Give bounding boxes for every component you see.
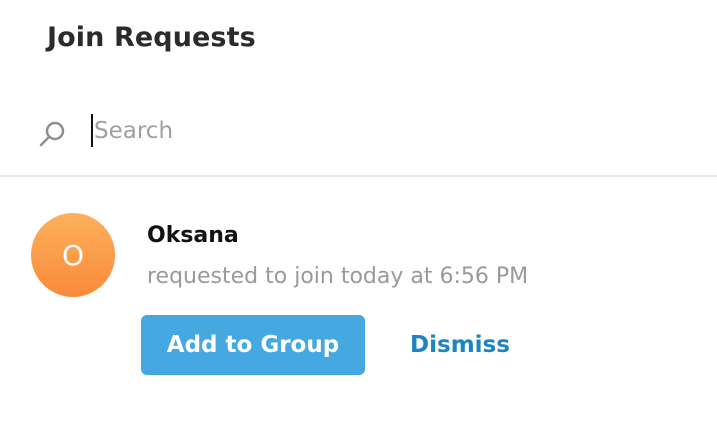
avatar[interactable]: O <box>31 213 115 297</box>
search-bar <box>0 108 717 156</box>
requester-name[interactable]: Oksana <box>147 223 239 248</box>
add-to-group-button[interactable]: Add to Group <box>141 315 365 375</box>
page-title: Join Requests <box>47 22 256 53</box>
text-caret <box>91 114 93 147</box>
dismiss-button[interactable]: Dismiss <box>392 315 528 375</box>
request-status: requested to join today at 6:56 PM <box>147 264 529 289</box>
search-input[interactable] <box>91 114 651 148</box>
search-icon <box>39 121 65 147</box>
join-requests-panel: Join Requests O Oksana requested to join… <box>0 0 717 424</box>
join-request-item: O Oksana requested to join today at 6:56… <box>0 177 717 397</box>
